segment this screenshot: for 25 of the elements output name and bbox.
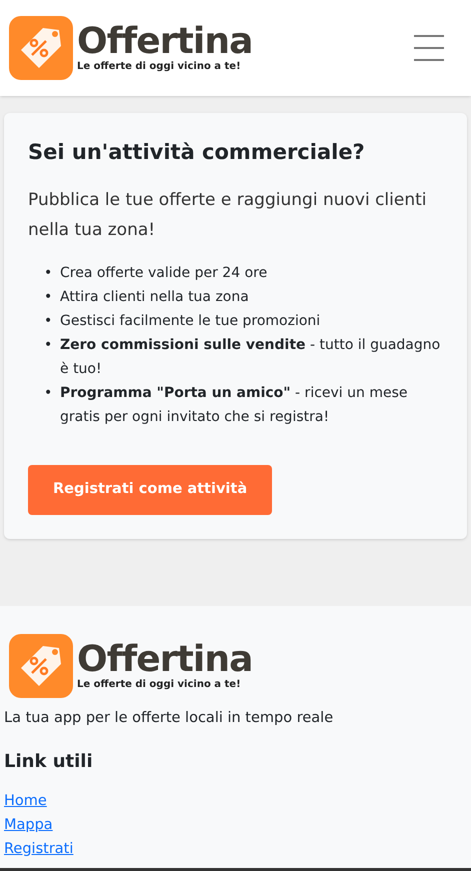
feature-item: Gestisci facilmente le tue promozioni <box>60 312 320 330</box>
menu-icon[interactable] <box>414 35 444 61</box>
feature-item: Zero commissioni sulle vendite - tutto il guadagno è tuo! <box>60 336 442 378</box>
footer-description: La tua app per le offerte locali in tempo reale <box>4 709 334 728</box>
bullet: • <box>44 336 54 354</box>
tag-logo-icon <box>9 634 73 698</box>
links-heading: Link utili <box>4 750 94 774</box>
logo-name: Offertina <box>77 24 252 60</box>
footer-link[interactable]: Home <box>4 788 47 813</box>
footer-link[interactable]: Registrati <box>4 836 74 861</box>
feature-item: Attira clienti nella tua zona <box>60 288 249 306</box>
register-business-button[interactable]: Registrati come attività <box>28 464 272 514</box>
bullet: • <box>44 264 54 282</box>
feature-item: Programma "Porta un amico" - ricevi un mese gratis per ogni invitato che si registra! <box>60 384 408 426</box>
logo-tagline: Le offerte di oggi vicino a te! <box>77 62 242 72</box>
tag-logo-icon <box>9 16 73 80</box>
card-title: Sei un'attività commerciale? <box>28 139 366 166</box>
bullet: • <box>44 312 54 330</box>
logo-tagline: Le offerte di oggi vicino a te! <box>77 680 242 690</box>
bullet: • <box>44 288 54 306</box>
logo-name: Offertina <box>77 642 252 678</box>
bullet: • <box>44 384 54 402</box>
card-lead: Pubblica le tue offerte e raggiungi nuovi clienti nella tua zona! <box>28 188 428 242</box>
footer-link[interactable]: Mappa <box>4 812 53 837</box>
feature-item: Crea offerte valide per 24 ore <box>60 264 268 282</box>
